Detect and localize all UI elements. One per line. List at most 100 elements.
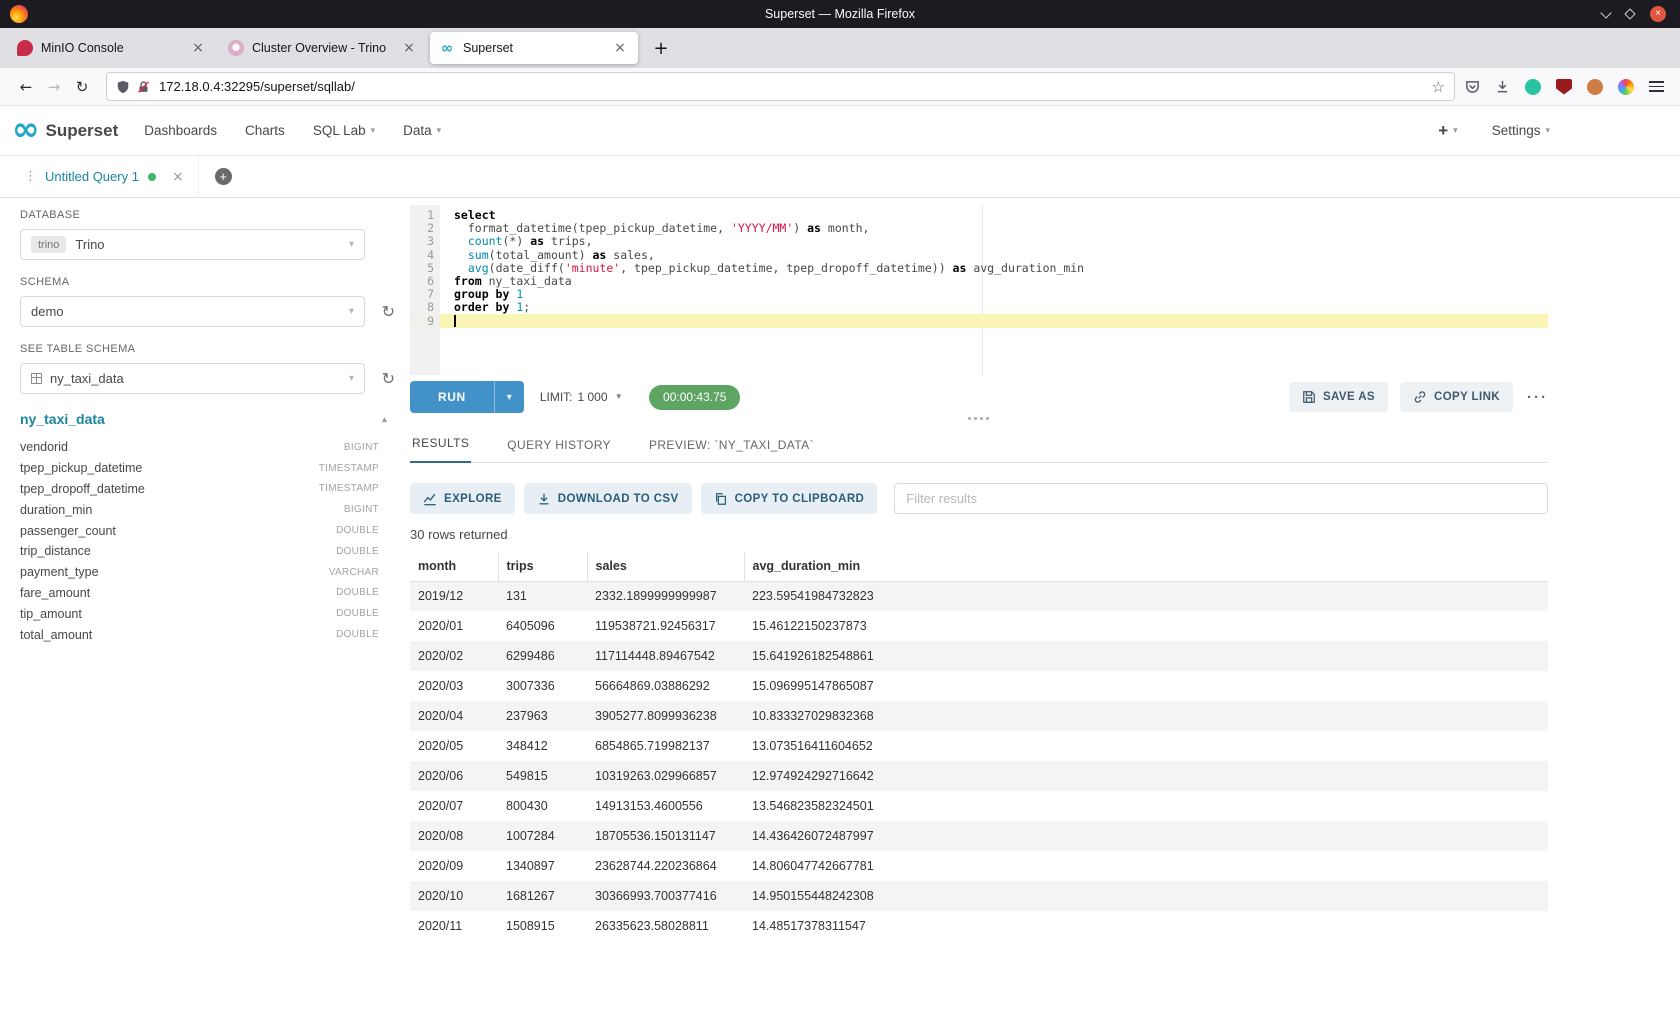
column-name: trip_distance — [20, 544, 91, 558]
more-options-icon[interactable]: ··· — [1527, 389, 1548, 406]
superset-brand[interactable]: Superset — [46, 121, 119, 141]
extension-icon-orange[interactable] — [1587, 79, 1603, 95]
results-column-header[interactable]: month — [410, 552, 498, 581]
schema-select[interactable]: demo ▾ — [20, 296, 365, 327]
bookmark-star-icon[interactable]: ☆ — [1432, 78, 1445, 96]
add-menu[interactable]: +▾ — [1438, 121, 1457, 141]
superset-logo-icon[interactable]: ∞ — [12, 112, 40, 145]
url-bar[interactable]: 172.18.0.4:32295/superset/sqllab/ ☆ — [106, 72, 1455, 101]
extension-icon-green[interactable] — [1525, 79, 1541, 95]
table-column-row[interactable]: fare_amountDOUBLE — [20, 583, 379, 604]
table-column-row[interactable]: passenger_countDOUBLE — [20, 520, 379, 541]
results-tab[interactable]: QUERY HISTORY — [505, 438, 613, 463]
sql-editor[interactable]: 123456789 select format_datetime(tpep_pi… — [410, 205, 1548, 375]
insecure-lock-icon[interactable] — [137, 80, 150, 94]
browser-tab[interactable]: Cluster Overview - Trino× — [219, 32, 427, 64]
copy-link-button[interactable]: COPY LINK — [1400, 382, 1513, 412]
window-title: Superset — Mozilla Firefox — [0, 7, 1680, 21]
table-cell: 13.073516411604652 — [744, 731, 1548, 761]
run-button[interactable]: RUN ▾ — [410, 381, 524, 413]
code-line: format_datetime(tpep_pickup_datetime, 'Y… — [454, 222, 1548, 235]
back-button[interactable]: ← — [12, 73, 40, 101]
browser-tab[interactable]: ∞Superset× — [430, 32, 638, 64]
results-table-viewport[interactable]: monthtripssalesavg_duration_min 2019/121… — [410, 552, 1548, 933]
refresh-table-icon[interactable]: ↻ — [382, 371, 395, 387]
column-name: passenger_count — [20, 524, 116, 538]
tab-close-icon[interactable]: × — [400, 40, 418, 56]
results-column-header[interactable]: trips — [498, 552, 587, 581]
table-cell: 15.096995147865087 — [744, 671, 1548, 701]
database-select[interactable]: trino Trino ▾ — [20, 229, 365, 260]
table-column-row[interactable]: tpep_dropoff_datetimeTIMESTAMP — [20, 479, 379, 500]
chevron-down-icon: ▾ — [349, 239, 354, 250]
nav-dashboards[interactable]: Dashboards — [144, 123, 217, 138]
window-maximize-icon[interactable] — [1624, 8, 1635, 19]
table-cell: 1007284 — [498, 821, 587, 851]
save-icon — [1302, 390, 1316, 404]
downloads-icon[interactable] — [1495, 79, 1510, 94]
table-cell: 2020/10 — [410, 881, 498, 911]
add-query-tab-button[interactable]: + — [215, 168, 232, 185]
table-name-link[interactable]: ny_taxi_data — [20, 411, 105, 427]
table-column-row[interactable]: tpep_pickup_datetimeTIMESTAMP — [20, 458, 379, 479]
table-cell: 117114448.89467542 — [587, 641, 744, 671]
nav-data[interactable]: Data▾ — [403, 123, 441, 138]
table-column-row[interactable]: payment_typeVARCHAR — [20, 562, 379, 583]
tracking-shield-icon[interactable] — [116, 80, 130, 94]
plus-icon: + — [1438, 121, 1448, 141]
editor-code[interactable]: select format_datetime(tpep_pickup_datet… — [440, 205, 1548, 328]
results-tab[interactable]: RESULTS — [410, 436, 471, 463]
extension-icon-colorful[interactable] — [1618, 79, 1634, 95]
table-row: 2019/121312332.1899999999987223.59541984… — [410, 581, 1548, 611]
forward-button[interactable]: → — [40, 73, 68, 101]
save-as-button[interactable]: SAVE AS — [1289, 382, 1388, 412]
pocket-icon[interactable] — [1465, 79, 1480, 94]
copy-clipboard-button[interactable]: COPY TO CLIPBOARD — [701, 483, 878, 514]
table-schema-label: SEE TABLE SCHEMA — [20, 343, 395, 355]
table-column-row[interactable]: vendoridBIGINT — [20, 437, 379, 458]
table-column-row[interactable]: tip_amountDOUBLE — [20, 603, 379, 624]
editor-toolbar: RUN ▾ LIMIT: 1 000 ▾ 00:00:43.75 SAVE AS… — [410, 381, 1548, 413]
results-column-header[interactable]: sales — [587, 552, 744, 581]
download-csv-button[interactable]: DOWNLOAD TO CSV — [524, 483, 692, 514]
column-type: DOUBLE — [336, 629, 379, 640]
results-tab[interactable]: PREVIEW: `NY_TAXI_DATA` — [647, 438, 816, 463]
run-options-caret[interactable]: ▾ — [494, 381, 524, 413]
table-cell: 14.950155448242308 — [744, 881, 1548, 911]
table-column-row[interactable]: total_amountDOUBLE — [20, 624, 379, 645]
tab-close-icon[interactable]: × — [611, 40, 629, 56]
table-cell: 30366993.700377416 — [587, 881, 744, 911]
refresh-schema-icon[interactable]: ↻ — [382, 304, 395, 320]
table-row: 2020/11150891526335623.5802881114.485173… — [410, 911, 1548, 933]
new-tab-button[interactable]: + — [647, 34, 675, 62]
window-close-icon[interactable]: × — [1650, 6, 1666, 22]
menu-icon[interactable] — [1649, 81, 1664, 92]
table-cell: 3007336 — [498, 671, 587, 701]
rows-returned-text: 30 rows returned — [410, 527, 1548, 542]
table-cell: 13.546823582324501 — [744, 791, 1548, 821]
ublock-extension-icon[interactable] — [1556, 79, 1572, 95]
table-select[interactable]: ny_taxi_data ▾ — [20, 363, 365, 394]
limit-dropdown[interactable]: LIMIT: 1 000 ▾ — [540, 390, 621, 404]
nav-sqllab[interactable]: SQL Lab▾ — [313, 123, 375, 138]
table-column-row[interactable]: trip_distanceDOUBLE — [20, 541, 379, 562]
settings-menu[interactable]: Settings▾ — [1492, 123, 1550, 138]
table-cell: 1340897 — [498, 851, 587, 881]
results-column-header[interactable]: avg_duration_min — [744, 552, 1548, 581]
url-text[interactable]: 172.18.0.4:32295/superset/sqllab/ — [159, 79, 1425, 94]
query-tab-close-icon[interactable]: × — [172, 169, 184, 185]
tab-close-icon[interactable]: × — [189, 40, 207, 56]
browser-tab[interactable]: MinIO Console× — [8, 32, 216, 64]
nav-charts[interactable]: Charts — [245, 123, 285, 138]
table-column-row[interactable]: duration_minBIGINT — [20, 499, 379, 520]
trino-favicon-icon — [228, 40, 244, 56]
explore-button[interactable]: EXPLORE — [410, 483, 515, 514]
query-tab[interactable]: ⋮ Untitled Query 1 × — [20, 156, 199, 197]
window-minimize-icon[interactable] — [1600, 7, 1611, 18]
pane-resize-handle-icon[interactable] — [968, 416, 990, 421]
column-name: tpep_dropoff_datetime — [20, 482, 145, 496]
collapse-table-icon[interactable]: ▾ — [382, 414, 387, 425]
browser-tab-strip: MinIO Console×Cluster Overview - Trino×∞… — [8, 28, 641, 68]
reload-button[interactable]: ↻ — [68, 73, 96, 101]
filter-results-input[interactable] — [894, 483, 1548, 514]
